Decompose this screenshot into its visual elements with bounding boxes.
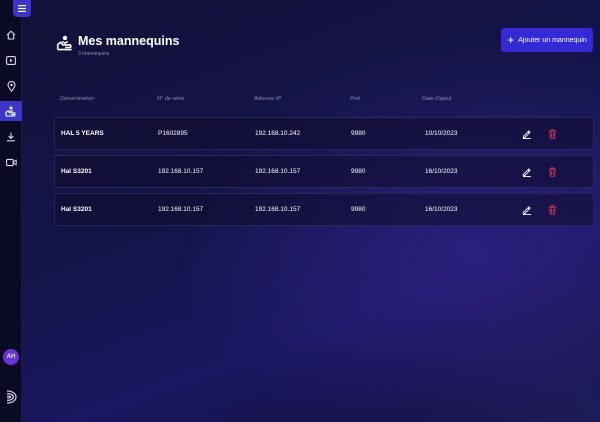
cell-name: Hal S3201	[61, 168, 92, 175]
pencil-icon	[522, 206, 531, 215]
table-row[interactable]: Hal S3201 192.168.10.157 192.168.10.157 …	[54, 193, 594, 226]
column-header-port: Port	[350, 96, 361, 102]
sidebar-item-download[interactable]	[0, 127, 22, 147]
cell-port: 9980	[351, 168, 366, 175]
mannequin-hand-icon	[56, 35, 72, 51]
download-icon	[7, 132, 15, 142]
sidebar-item-home[interactable]	[0, 25, 22, 45]
plus-icon: +	[507, 32, 515, 47]
page-icon	[56, 35, 74, 56]
page-title: Mes mannequins	[78, 34, 180, 48]
cell-name: Hal S3201	[61, 206, 92, 213]
home-icon	[6, 30, 16, 40]
menu-button[interactable]	[13, 0, 31, 17]
location-pin-icon	[6, 80, 16, 92]
column-header-ip: Adresse IP	[254, 96, 281, 102]
edit-button[interactable]	[521, 166, 533, 178]
cell-ip: 192.168.10.242	[255, 130, 301, 137]
column-header-name: Dénomination	[60, 96, 94, 102]
cell-date: 16/10/2023	[425, 168, 458, 175]
pencil-icon	[522, 168, 531, 177]
hamburger-menu-icon	[18, 5, 26, 12]
table-row[interactable]: HAL 5 YEARS P1602895 192.168.10.242 9980…	[54, 117, 594, 150]
edit-button[interactable]	[521, 204, 533, 216]
delete-button[interactable]	[546, 204, 558, 216]
add-mannequin-label: Ajouter un mannequin	[518, 36, 587, 44]
sidebar-item-mannequins[interactable]	[0, 101, 22, 121]
trash-icon	[548, 129, 556, 139]
sidebar-item-location[interactable]	[0, 76, 22, 96]
add-mannequin-button[interactable]: + Ajouter un mannequin	[501, 28, 593, 52]
brand-logo-icon	[6, 390, 17, 404]
cell-name: HAL 5 YEARS	[61, 130, 104, 137]
cell-port: 9980	[351, 206, 366, 213]
cell-date: 10/10/2023	[425, 130, 458, 137]
delete-button[interactable]	[546, 166, 558, 178]
trash-icon	[548, 167, 556, 177]
sidebar-item-video[interactable]	[0, 152, 22, 172]
app-window: AH Mes mannequins 3 mannequins + Ajouter…	[0, 0, 600, 422]
cell-ip: 192.168.10.157	[255, 168, 301, 175]
cell-ip: 192.168.10.157	[255, 206, 301, 213]
table-header: Dénomination N° de série Adresse IP Port…	[54, 96, 594, 106]
mannequin-hand-icon	[5, 106, 16, 117]
cell-port: 9980	[351, 130, 366, 137]
column-header-serial: N° de série	[157, 96, 185, 102]
cell-serial: 192.168.10.157	[158, 206, 204, 213]
cell-serial: 192.168.10.157	[158, 168, 204, 175]
delete-button[interactable]	[546, 128, 558, 140]
cell-serial: P1602895	[158, 130, 188, 137]
trash-icon	[548, 205, 556, 215]
cell-date: 16/10/2023	[425, 206, 458, 213]
sidebar: AH	[0, 0, 31, 422]
pencil-icon	[522, 130, 531, 139]
edit-button[interactable]	[521, 128, 533, 140]
user-avatar[interactable]: AH	[3, 349, 19, 365]
play-box-icon	[6, 55, 16, 65]
sidebar-item-media[interactable]	[0, 50, 22, 70]
column-header-date: Date d'ajout	[422, 96, 452, 102]
page-subtitle: 3 mannequins	[78, 51, 110, 57]
video-camera-icon	[5, 158, 17, 166]
table-row[interactable]: Hal S3201 192.168.10.157 192.168.10.157 …	[54, 155, 594, 188]
brand-logo	[4, 389, 18, 410]
